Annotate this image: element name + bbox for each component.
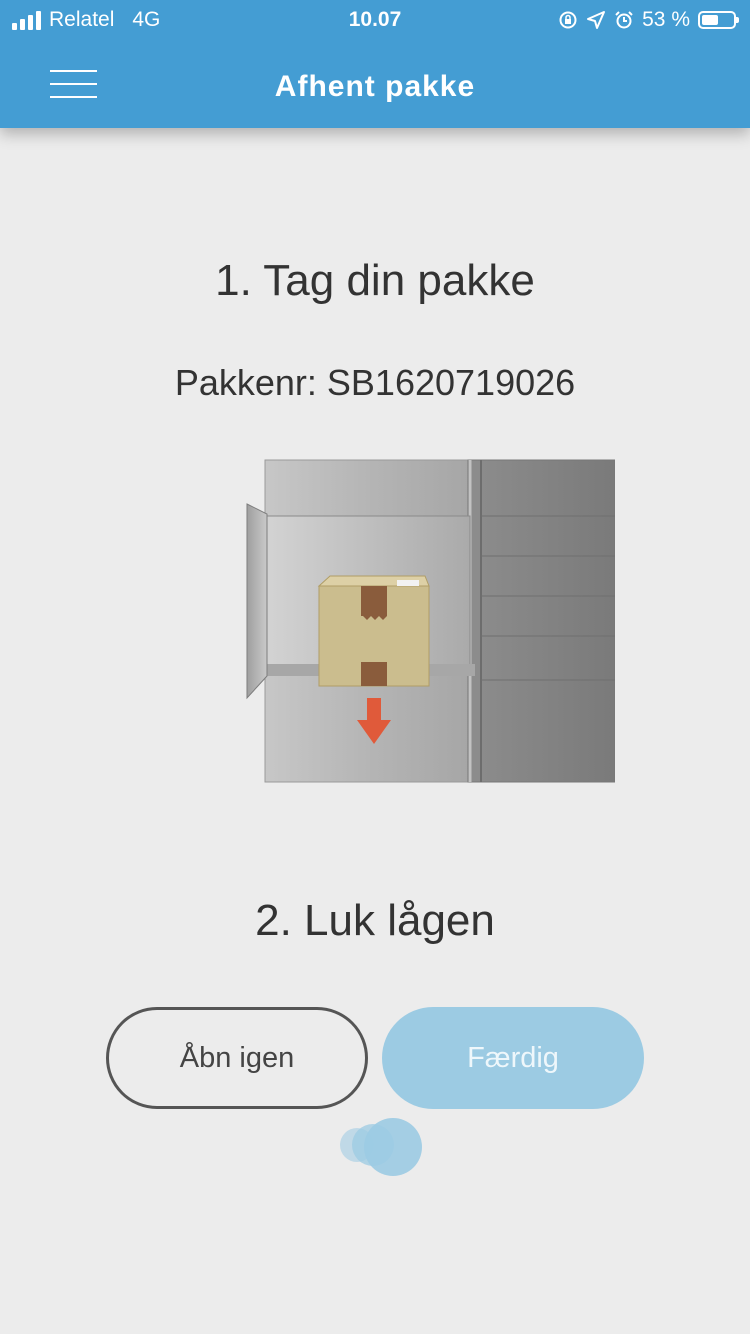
page-title: Afhent pakke [274, 70, 476, 103]
step1-heading: 1. Tag din pakke [215, 256, 535, 305]
package-number: Pakkenr: SB1620719026 [174, 362, 576, 403]
rotation-lock-icon [559, 11, 577, 29]
status-bar: Relatel 4G 10.07 53 % [0, 0, 750, 40]
location-icon [587, 11, 606, 29]
battery-icon [698, 11, 739, 29]
reopen-button[interactable]: Åbn igen [106, 1007, 368, 1109]
alarm-icon [615, 11, 633, 29]
loading-indicator-icon [340, 1116, 430, 1176]
battery-percent: 53 % [642, 8, 690, 31]
app-bar: Relatel 4G 10.07 53 % Afhent pakke [0, 0, 750, 128]
step2-heading: 2. Luk lågen [255, 896, 495, 945]
parcel-locker-illustration [135, 458, 615, 783]
done-button[interactable]: Færdig [382, 1007, 644, 1109]
